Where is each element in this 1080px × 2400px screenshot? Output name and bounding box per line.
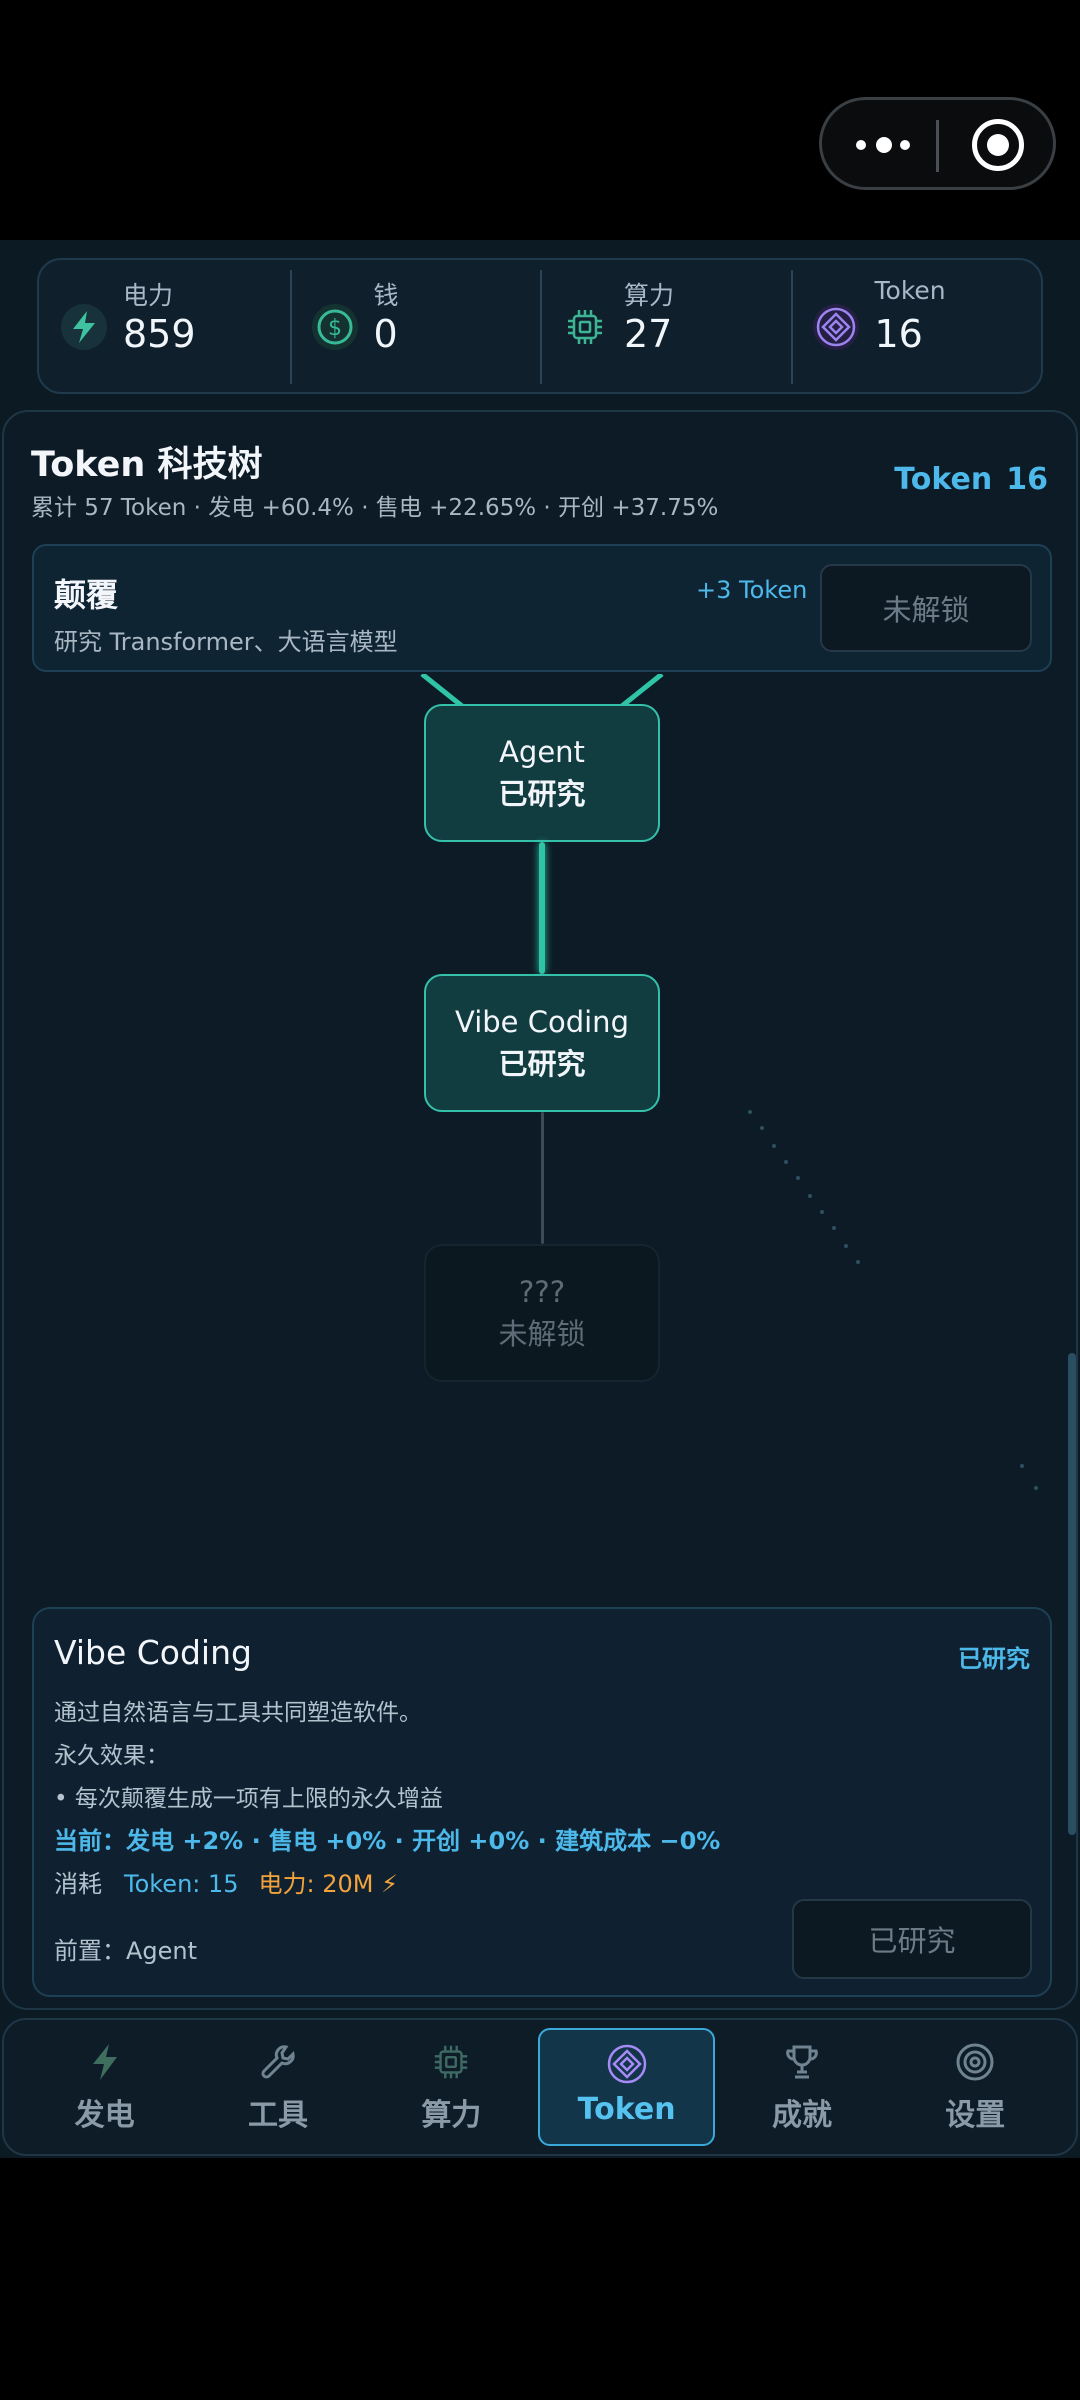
page-title: Token 科技树 — [31, 445, 263, 485]
resource-value: 0 — [373, 312, 398, 356]
resource-label: Token — [874, 276, 946, 305]
resource-value: 27 — [624, 312, 673, 356]
particle — [796, 1176, 800, 1180]
page-subtitle: 累计 57 Token · 发电 +60.4% · 售电 +22.65% · 开… — [31, 495, 719, 521]
particle — [772, 1144, 776, 1148]
nav-label: 发电 — [74, 2098, 135, 2133]
particle — [760, 1126, 764, 1130]
detail-effect-item: • 每次颠覆生成一项有上限的永久增益 — [54, 1786, 443, 1812]
cost-label: 消耗 — [54, 1870, 102, 1898]
detail-description: 通过自然语言与工具共同塑造软件。 — [54, 1700, 422, 1726]
node-name: Agent — [499, 734, 585, 769]
scrollbar[interactable] — [1068, 1353, 1076, 1835]
nav-label: 设置 — [945, 2098, 1006, 2133]
nav-label: 成就 — [771, 2098, 832, 2133]
tree-node-unknown[interactable]: ??? 未解锁 — [424, 1244, 660, 1382]
resource-value: 16 — [874, 312, 923, 356]
chip-icon — [562, 304, 608, 350]
wrench-icon — [256, 2040, 300, 2084]
close-miniprogram-icon[interactable] — [972, 119, 1024, 171]
node-name: ??? — [518, 1274, 566, 1309]
overturn-card: 颠覆 研究 Transformer、大语言模型 +3 Token 未解锁 — [32, 544, 1052, 672]
node-status: 未解锁 — [498, 1317, 586, 1351]
tree-node-vibe-coding[interactable]: Vibe Coding 已研究 — [424, 974, 660, 1112]
particle — [832, 1226, 836, 1230]
overturn-title: 颠覆 — [54, 576, 119, 614]
tree-connector — [541, 1112, 544, 1244]
overturn-button[interactable]: 未解锁 — [820, 564, 1032, 652]
nav-label: Token — [577, 2092, 676, 2127]
cost-token: Token: 15 — [124, 1870, 239, 1898]
resource-label: 电力 — [123, 281, 174, 310]
resource-compute: 算力 27 — [540, 260, 791, 392]
token-icon — [605, 2042, 649, 2086]
overturn-bonus: +3 Token — [696, 576, 808, 604]
detail-effect-header: 永久效果： — [54, 1743, 169, 1769]
tech-detail-card: Vibe Coding 已研究 通过自然语言与工具共同塑造软件。 永久效果： •… — [32, 1607, 1052, 1997]
resource-bar: 电力 859 $ 钱 0 算力 27 Token 16 — [37, 258, 1043, 394]
tech-tree-panel: Token 科技树 累计 57 Token · 发电 +60.4% · 售电 +… — [2, 410, 1078, 2010]
particle — [748, 1110, 752, 1114]
detail-cost: 消耗 Token: 15 电力: 20M ⚡ — [54, 1864, 398, 1899]
tech-tree[interactable]: Agent 已研究 Vibe Coding 已研究 ??? 未解锁 — [4, 674, 1076, 1594]
cost-power: 电力: 20M ⚡ — [258, 1870, 398, 1898]
particle — [844, 1244, 848, 1248]
particle — [1020, 1464, 1024, 1468]
token-icon — [812, 304, 859, 350]
nav-item-compute[interactable]: 算力 — [365, 2028, 538, 2146]
tree-node-agent[interactable]: Agent 已研究 — [424, 704, 660, 842]
resource-money: $ 钱 0 — [289, 260, 541, 392]
more-menu-icon[interactable] — [856, 132, 916, 158]
particle — [808, 1194, 812, 1198]
capsule-divider — [936, 120, 939, 172]
nav-label: 算力 — [421, 2098, 482, 2133]
resource-label: 钱 — [373, 281, 399, 310]
particle — [784, 1160, 788, 1164]
chip-icon — [429, 2040, 473, 2084]
detail-status: 已研究 — [958, 1645, 1030, 1673]
nav-item-tools[interactable]: 工具 — [191, 2028, 364, 2146]
particle — [820, 1210, 824, 1214]
lightning-icon — [83, 2040, 127, 2084]
dollar-icon: $ — [311, 304, 358, 350]
svg-text:$: $ — [328, 316, 342, 341]
node-name: Vibe Coding — [455, 1004, 629, 1039]
particle — [856, 1260, 860, 1264]
resource-label: 算力 — [624, 281, 675, 310]
research-button[interactable]: 已研究 — [792, 1899, 1032, 1979]
node-status: 已研究 — [498, 777, 586, 811]
overturn-description: 研究 Transformer、大语言模型 — [54, 628, 398, 656]
particle — [1034, 1486, 1038, 1490]
nav-label: 工具 — [247, 2098, 308, 2133]
node-status: 已研究 — [498, 1047, 586, 1081]
gear-icon — [953, 2040, 997, 2084]
tree-connector — [539, 842, 545, 974]
bottom-nav: 发电 工具 算力 Token 成就 设置 — [2, 2018, 1078, 2156]
token-balance: Token 16 — [894, 462, 1048, 497]
token-balance-value: 16 — [1006, 462, 1048, 497]
trophy-icon — [780, 2040, 824, 2084]
lightning-icon — [61, 304, 107, 350]
detail-title: Vibe Coding — [54, 1633, 252, 1672]
nav-item-power[interactable]: 发电 — [18, 2028, 191, 2146]
resource-token: Token 16 — [790, 260, 1042, 392]
nav-item-settings[interactable]: 设置 — [889, 2028, 1062, 2146]
detail-prerequisite: 前置：Agent — [54, 1937, 198, 1965]
nav-item-token[interactable]: Token — [537, 2028, 716, 2146]
token-balance-label: Token — [894, 462, 993, 497]
app-container: 电力 859 $ 钱 0 算力 27 Token 16 Token 科技树 累计… — [0, 240, 1080, 2158]
nav-item-achievements[interactable]: 成就 — [715, 2028, 888, 2146]
resource-value: 859 — [123, 312, 196, 356]
detail-current-bonus: 当前：发电 +2% · 售电 +0% · 开创 +0% · 建筑成本 −0% — [54, 1827, 721, 1855]
miniprogram-capsule — [819, 97, 1056, 190]
resource-power: 电力 859 — [39, 260, 290, 392]
